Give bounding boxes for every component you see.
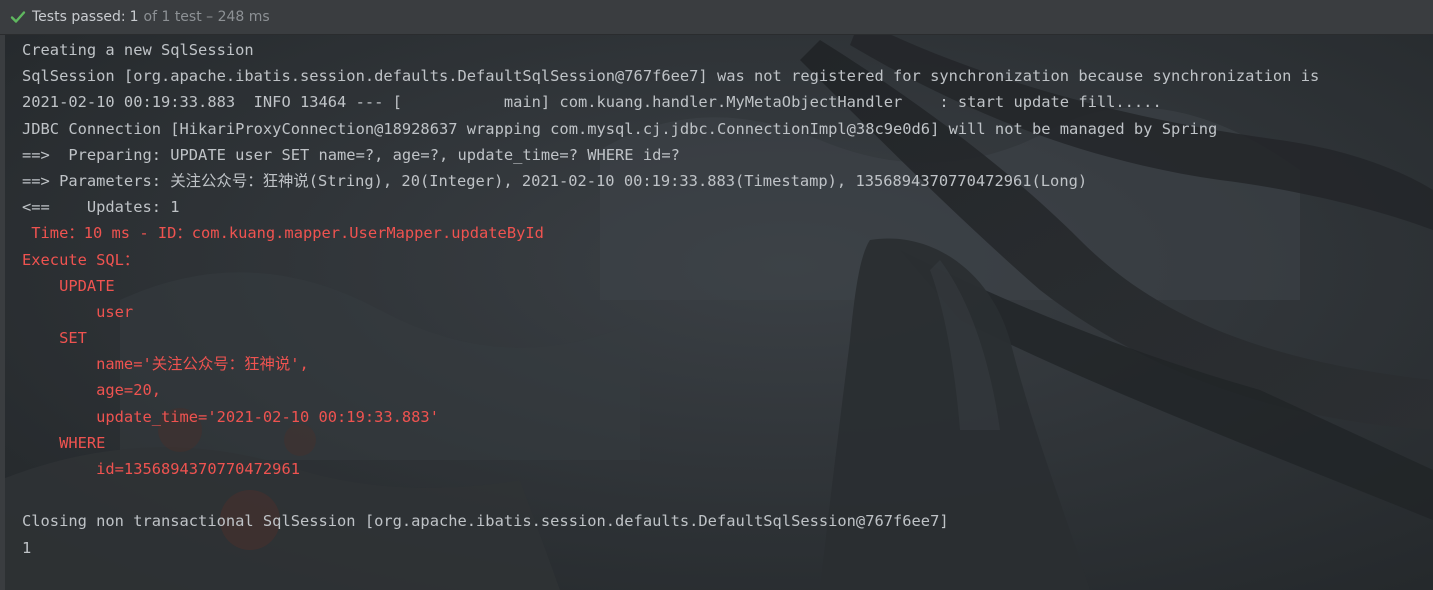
console-line: update_time='2021-02-10 00:19:33.883' <box>22 407 439 426</box>
console-line: SqlSession [org.apache.ibatis.session.de… <box>22 67 1320 86</box>
console-line: 2021-02-10 00:19:33.883 INFO 13464 --- [… <box>22 93 1162 112</box>
console-line: Execute SQL： <box>22 250 140 269</box>
run-tool-window: Tests passed: 1 of 1 test – 248 ms Creat… <box>0 0 1433 590</box>
tests-passed-count: 1 <box>129 9 139 25</box>
console-line: Creating a new SqlSession <box>22 41 254 59</box>
console-line: ==> Preparing: UPDATE user SET name=?, a… <box>22 145 680 164</box>
tests-summary-text: of 1 test – 248 ms <box>143 9 270 25</box>
console-line: id=1356894370770472961 <box>22 460 300 478</box>
console-line: Time：10 ms - ID：com.kuang.mapper.UserMap… <box>22 224 544 243</box>
console-line: name='关注公众号：狂神说', <box>22 355 309 374</box>
console-line: <== Updates: 1 <box>22 198 180 217</box>
console-line: JDBC Connection [HikariProxyConnection@1… <box>22 119 1218 138</box>
console-line: age=20, <box>22 381 161 400</box>
checkmark-icon <box>10 11 26 23</box>
test-status-bar: Tests passed: 1 of 1 test – 248 ms <box>0 0 1433 35</box>
console-line: user <box>22 302 134 321</box>
console-line: UPDATE <box>22 276 115 295</box>
console-line: 1 <box>22 538 32 557</box>
console-line: ==> Parameters: 关注公众号：狂神说(String), 20(In… <box>22 171 1088 190</box>
console-gutter <box>0 35 5 590</box>
console-line: Closing non transactional SqlSession [or… <box>22 512 949 531</box>
console-output[interactable]: Creating a new SqlSession SqlSession [org… <box>22 37 1427 561</box>
console-line: WHERE <box>22 433 106 452</box>
tests-passed-label: Tests passed: <box>32 9 126 25</box>
console-line: SET <box>22 329 87 348</box>
